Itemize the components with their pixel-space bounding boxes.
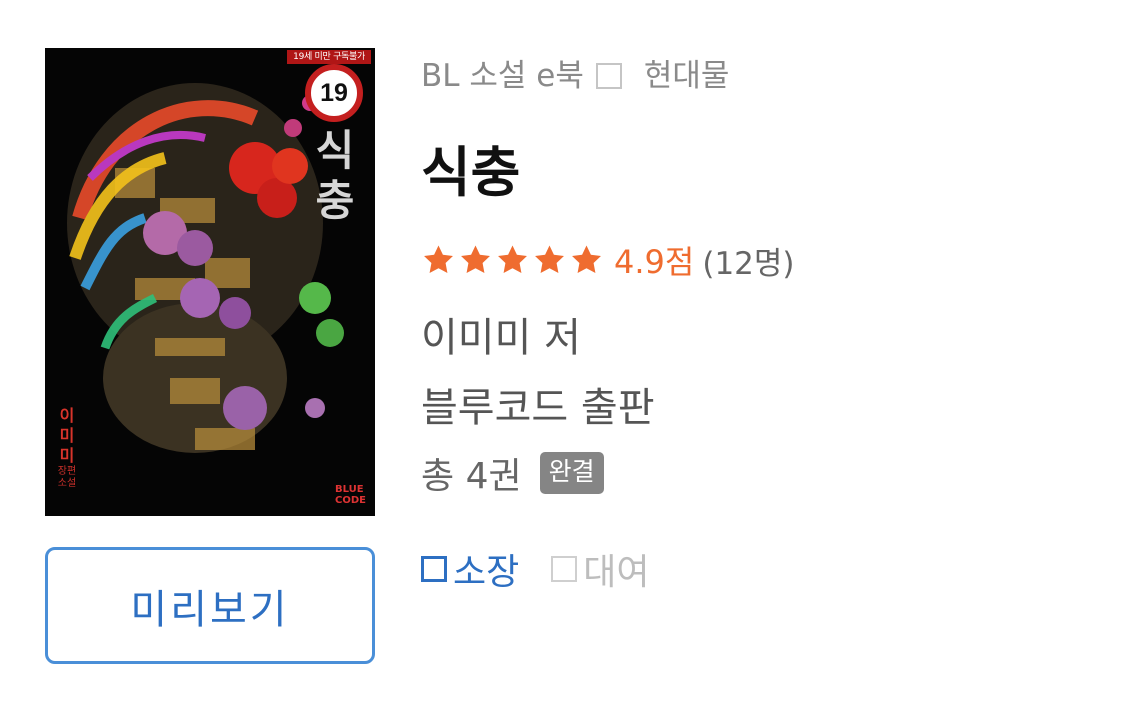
star-icon [461, 245, 490, 274]
rent-label: 대여 [583, 552, 650, 593]
preview-button[interactable]: 미리보기 [45, 547, 375, 664]
buy-option[interactable]: 소장 [421, 543, 519, 595]
cover-author: 이미미 [59, 406, 75, 465]
star-icon [535, 245, 564, 274]
status-badge: 완결 [539, 452, 604, 494]
star-rating [421, 243, 604, 277]
cover-title: 식충 [315, 126, 355, 225]
author-line[interactable]: 이미미 저 [421, 305, 581, 363]
cover-genre: 장편소설 [57, 466, 77, 489]
subcategory-link[interactable]: 현대물 [644, 50, 730, 95]
star-icon [572, 245, 601, 274]
checkbox-icon[interactable] [551, 556, 578, 582]
star-icon [498, 245, 527, 274]
buy-label: 소장 [453, 552, 520, 593]
rating-count[interactable]: (12명) [702, 238, 794, 283]
square-separator-icon [595, 62, 622, 89]
rating-score: 4.9점 [614, 243, 695, 281]
rating: 4.9점 (12명) [421, 237, 795, 283]
book-detail-page: 19세 미만 구독불가 19 식충 이미미 장편소설 BLUE CODE 미리보… [0, 0, 1125, 711]
volumes-info: 총 4권 완결 [421, 447, 604, 499]
book-title: 식충 [421, 141, 521, 204]
category-link[interactable]: BL 소설 e북 [421, 50, 584, 95]
cover-publisher-logo: BLUE CODE [335, 484, 366, 506]
purchase-options: 소장 대여 [421, 543, 650, 595]
category-breadcrumb: BL 소설 e북 현대물 [421, 50, 729, 95]
checkbox-icon[interactable] [421, 556, 447, 582]
star-icon [424, 245, 453, 274]
volume-count: 총 4권 [421, 456, 522, 497]
publisher-line[interactable]: 블루코드 출판 [421, 375, 655, 433]
age-19-badge: 19 [305, 64, 363, 122]
age-restriction-banner: 19세 미만 구독불가 [287, 50, 371, 64]
book-cover[interactable]: 19세 미만 구독불가 19 식충 이미미 장편소설 BLUE CODE [45, 48, 375, 516]
rent-option[interactable]: 대여 [551, 543, 650, 595]
